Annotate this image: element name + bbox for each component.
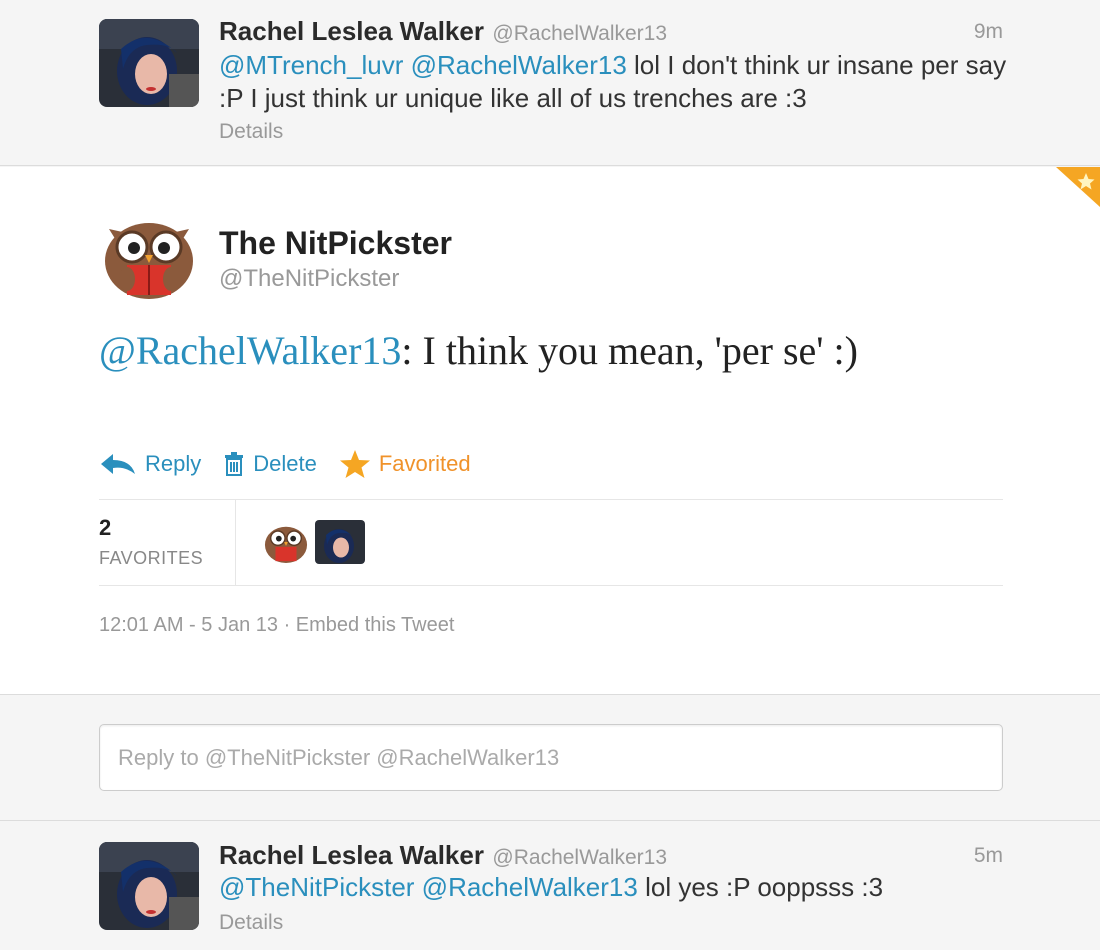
mention-link[interactable]: @RachelWalker13 <box>99 328 401 373</box>
tweet-timestamp: 12:01 AM - 5 Jan 13 · Embed this Tweet <box>99 614 454 637</box>
user-handle[interactable]: @RachelWalker13 <box>492 22 667 45</box>
embed-tweet-link[interactable]: Embed this Tweet <box>296 614 455 636</box>
favorited-corner-icon <box>1056 167 1100 207</box>
tweet-time[interactable]: 5m <box>974 844 1003 868</box>
author-handle[interactable]: @TheNitPickster <box>219 265 399 293</box>
tweet-body: : I think you mean, 'per se' :) <box>401 328 858 373</box>
tweet-body: lol yes :P ooppsss :3 <box>637 872 884 902</box>
favoriters-list <box>261 520 369 564</box>
user-avatar[interactable] <box>99 19 199 107</box>
user-handle[interactable]: @RachelWalker13 <box>492 846 667 869</box>
separator: · <box>278 614 296 636</box>
reply-box[interactable] <box>99 724 1003 791</box>
mention-link[interactable]: @MTrench_luvr <box>219 50 403 80</box>
tweet-text: @MTrench_luvr @RachelWalker13 lol I don'… <box>219 49 1009 115</box>
mention-link[interactable]: @TheNitPickster <box>219 872 414 902</box>
delete-button[interactable]: Delete <box>223 451 317 477</box>
reply-input[interactable] <box>100 725 1002 790</box>
tweet-stats: 2 FAVORITES <box>99 499 1003 586</box>
trash-icon <box>225 452 244 476</box>
user-name[interactable]: Rachel Leslea Walker <box>219 840 484 870</box>
details-link[interactable]: Details <box>219 911 283 935</box>
owl-avatar[interactable] <box>99 209 199 301</box>
delete-label: Delete <box>253 451 317 476</box>
author-name[interactable]: The NitPickster <box>219 225 452 262</box>
user-name[interactable]: Rachel Leslea Walker <box>219 16 484 46</box>
tweet-text: @TheNitPickster @RachelWalker13 lol yes … <box>219 871 1009 904</box>
reply-button[interactable]: Reply <box>99 451 201 477</box>
reply-tweet-bottom[interactable]: Rachel Leslea Walker @RachelWalker13 5m … <box>0 820 1100 950</box>
tweet-actions: Reply Delete Favorited <box>99 447 493 481</box>
favorites-stat[interactable]: 2 FAVORITES <box>99 500 236 586</box>
favorited-label: Favorited <box>378 451 471 476</box>
mention-link[interactable]: @RachelWalker13 <box>422 872 638 902</box>
timestamp-text[interactable]: 12:01 AM - 5 Jan 13 <box>99 614 278 636</box>
reply-icon <box>101 454 135 474</box>
star-icon <box>339 450 370 478</box>
details-link[interactable]: Details <box>219 120 283 144</box>
favorites-count: 2 <box>99 515 112 540</box>
mention-link[interactable]: @RachelWalker13 <box>411 50 627 80</box>
favoriter-owl-avatar[interactable] <box>261 520 311 564</box>
user-avatar[interactable] <box>99 842 199 930</box>
favorites-label: FAVORITES <box>99 548 204 568</box>
main-tweet: The NitPickster @TheNitPickster @RachelW… <box>0 167 1100 695</box>
tweet-time[interactable]: 9m <box>974 20 1003 44</box>
favorited-button[interactable]: Favorited <box>339 449 471 479</box>
reply-label: Reply <box>145 451 202 476</box>
tweet-text: @RachelWalker13: I think you mean, 'per … <box>99 327 1019 375</box>
favoriter-user-avatar[interactable] <box>315 520 365 564</box>
reply-tweet-top[interactable]: Rachel Leslea Walker @RachelWalker13 9m … <box>0 0 1100 166</box>
